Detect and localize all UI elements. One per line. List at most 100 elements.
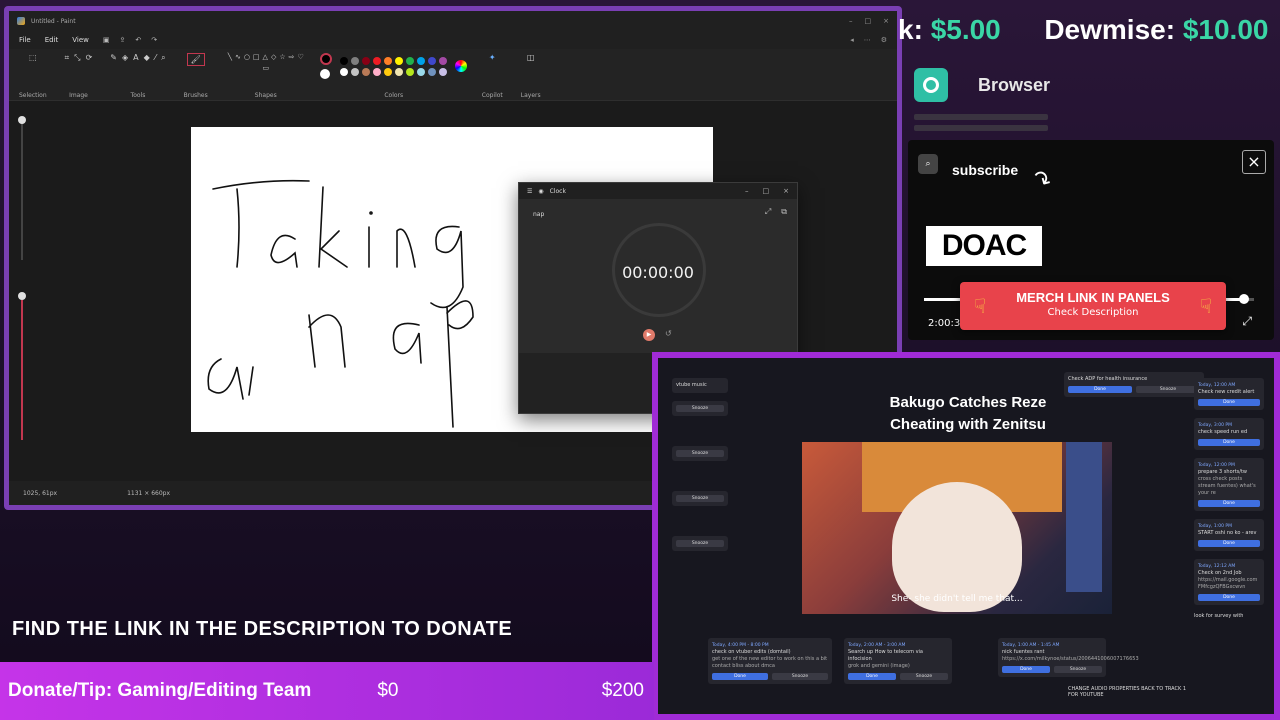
snooze-button[interactable]: Snooze xyxy=(772,673,828,680)
eraser-icon[interactable]: ◆ xyxy=(144,53,150,63)
fill-icon[interactable]: ◈ xyxy=(122,53,128,63)
menu-view[interactable]: View xyxy=(72,36,89,44)
ribbon-tools[interactable]: ✎ ◈ A ◆ ⁄ ⌕ Tools xyxy=(110,53,165,99)
magnifier-icon[interactable]: ⌕ xyxy=(161,53,165,63)
undo-icon[interactable]: ↶ xyxy=(135,36,141,44)
ribbon-shapes[interactable]: ╲ ∿ ○ □ △ ◇ ☆ ⇨ ♡ ▭ Shapes xyxy=(226,53,306,99)
expand-icon[interactable]: ⤢ xyxy=(765,207,771,217)
color-swatch[interactable] xyxy=(417,56,426,65)
color-swatch[interactable] xyxy=(384,56,393,65)
color-swatch[interactable] xyxy=(351,56,360,65)
share-screen-icon[interactable]: ◂ xyxy=(850,36,854,44)
color-swatch[interactable] xyxy=(417,67,426,76)
color-swatch[interactable] xyxy=(395,67,404,76)
layers-icon[interactable]: ◫ xyxy=(527,53,535,62)
color-swatch[interactable] xyxy=(439,67,448,76)
menu-file[interactable]: File xyxy=(19,36,31,44)
color-swatch[interactable] xyxy=(428,67,437,76)
snooze-button[interactable]: Snooze xyxy=(900,673,948,680)
ribbon-copilot[interactable]: ✦ Copilot xyxy=(482,53,503,99)
close-icon[interactable]: × xyxy=(883,17,889,25)
pointing-hand-icon: ☟ xyxy=(974,294,987,318)
ribbon-colors[interactable]: Colors xyxy=(320,53,468,99)
color-swatch[interactable] xyxy=(340,67,349,76)
line-shape-icon[interactable]: ╲ xyxy=(228,53,232,61)
color-swatch[interactable] xyxy=(340,56,349,65)
task-card: Today, 12:12 AM Check on 2nd Job https://m… xyxy=(1194,559,1264,605)
browser-label: Browser xyxy=(978,74,1051,95)
ribbon-selection[interactable]: ⬚ Selection xyxy=(19,53,47,99)
snooze-button[interactable]: Snooze xyxy=(1054,666,1102,673)
menu-icon[interactable]: ☰ xyxy=(527,188,532,195)
diamond-shape-icon[interactable]: ◇ xyxy=(271,53,276,61)
ribbon-layers[interactable]: ◫ Layers xyxy=(521,53,541,99)
donation-goal-bar: Donate/Tip: Gaming/Editing Team $0 $200 xyxy=(0,662,654,720)
selection-icon[interactable]: ⬚ xyxy=(29,53,37,62)
task-card: Today, 2:00 AM - 3:00 AM Search up How t… xyxy=(844,638,952,684)
close-icon[interactable]: × xyxy=(1242,150,1266,174)
share-icon[interactable]: ⇪ xyxy=(120,36,126,44)
fullscreen-icon[interactable]: ⤢ xyxy=(1242,314,1252,329)
triangle-shape-icon[interactable]: △ xyxy=(263,53,268,61)
maximize-icon[interactable]: □ xyxy=(763,187,770,195)
done-button[interactable]: Done xyxy=(1068,386,1132,393)
brush-icon[interactable]: 🖌 xyxy=(186,53,205,66)
donation-goal: $200 xyxy=(601,680,644,701)
resize-icon[interactable]: ⤡ xyxy=(74,53,80,63)
paint-title: Untitled - Paint xyxy=(31,17,76,25)
color-swatch[interactable] xyxy=(362,56,371,65)
menu-edit[interactable]: Edit xyxy=(45,36,59,44)
text-icon[interactable]: A xyxy=(133,53,138,63)
color-swatches[interactable] xyxy=(340,56,448,76)
task-card: Today, 4:00 PM - 8:00 PM check on vtuber… xyxy=(708,638,832,684)
pencil-icon[interactable]: ✎ xyxy=(110,53,117,63)
color-swatch[interactable] xyxy=(428,56,437,65)
maximize-icon[interactable]: □ xyxy=(865,17,872,25)
callout-shape-icon[interactable]: ▭ xyxy=(262,64,269,72)
done-button[interactable]: Done xyxy=(1002,666,1050,673)
arrow-shape-icon[interactable]: ⇨ xyxy=(289,53,295,61)
picker-icon[interactable]: ⁄ xyxy=(155,53,156,63)
oval-shape-icon[interactable]: ○ xyxy=(244,53,250,61)
rect-shape-icon[interactable]: □ xyxy=(253,53,260,61)
crop-icon[interactable]: ⌗ xyxy=(65,53,70,63)
more-icon[interactable]: ⋯ xyxy=(864,36,871,44)
settings-icon[interactable]: ⚙ xyxy=(881,36,887,44)
rotate-icon[interactable]: ⟳ xyxy=(86,53,93,63)
color-swatch[interactable] xyxy=(362,67,371,76)
play-button[interactable]: ▶ xyxy=(643,329,655,341)
star-shape-icon[interactable]: ☆ xyxy=(279,53,285,61)
heart-shape-icon[interactable]: ♡ xyxy=(297,53,303,61)
edit-colors-icon[interactable] xyxy=(455,60,468,72)
close-icon[interactable]: × xyxy=(783,187,789,195)
minimize-icon[interactable]: – xyxy=(849,17,853,25)
color-swatch[interactable] xyxy=(384,67,393,76)
slider-knob-bottom[interactable] xyxy=(18,292,26,300)
color-swatch[interactable] xyxy=(351,67,360,76)
curve-shape-icon[interactable]: ∿ xyxy=(235,53,241,61)
secondary-color[interactable] xyxy=(320,69,331,79)
pin-icon[interactable]: ⧉ xyxy=(781,207,787,217)
color-swatch[interactable] xyxy=(395,56,404,65)
copilot-icon[interactable]: ✦ xyxy=(489,53,496,62)
redo-icon[interactable]: ↷ xyxy=(151,36,157,44)
color-swatch[interactable] xyxy=(373,67,382,76)
cursor-position: 1025, 61px xyxy=(23,489,58,497)
primary-color[interactable] xyxy=(320,53,333,65)
color-swatch[interactable] xyxy=(406,67,415,76)
ribbon-image[interactable]: ⌗ ⤡ ⟳ Image xyxy=(65,53,93,99)
progress-knob[interactable] xyxy=(1239,294,1250,304)
reset-icon[interactable]: ↺ xyxy=(665,329,672,338)
minimize-icon[interactable]: – xyxy=(745,187,749,195)
save-icon[interactable]: ▣ xyxy=(103,36,110,44)
done-button[interactable]: Done xyxy=(848,673,896,680)
color-swatch[interactable] xyxy=(373,56,382,65)
brush-size-slider[interactable] xyxy=(18,110,26,450)
slider-knob-top[interactable] xyxy=(18,116,26,124)
color-swatch[interactable] xyxy=(406,56,415,65)
color-swatch[interactable] xyxy=(439,56,448,65)
done-button[interactable]: Done xyxy=(712,673,768,680)
ribbon-brushes[interactable]: 🖌 Brushes xyxy=(184,53,208,99)
snooze-button[interactable]: Snooze xyxy=(1136,386,1200,393)
video-frame[interactable]: She- she didn't tell me that... xyxy=(802,442,1112,614)
